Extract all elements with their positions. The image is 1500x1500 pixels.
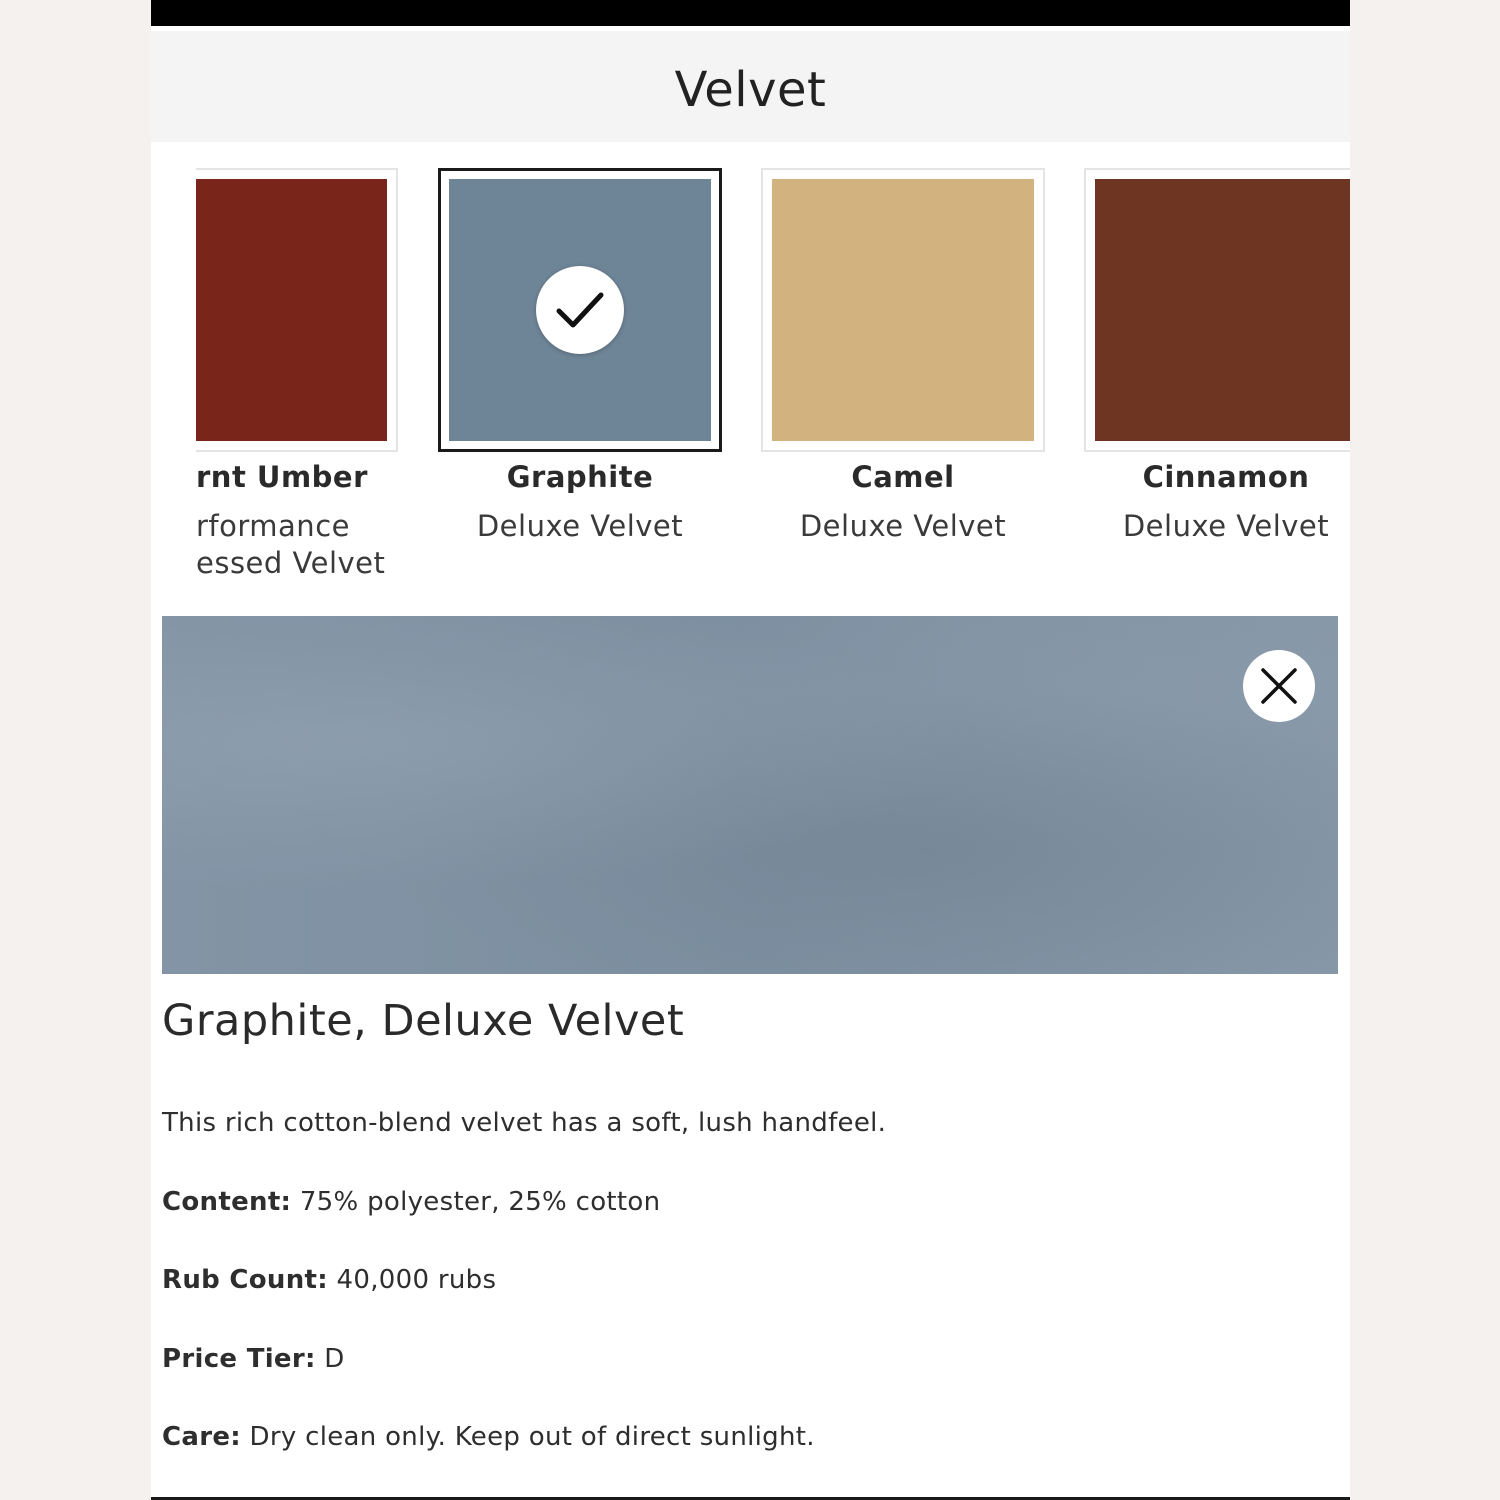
page-title: Velvet [674,61,827,118]
rub-count-label: Rub Count: [162,1265,328,1295]
swatch-color [772,179,1034,441]
swatch-type: Deluxe Velvet [799,509,1007,543]
swatch-type: Deluxe Velvet [476,509,684,543]
swatch-frame [1084,168,1350,452]
price-tier-value: D [315,1344,345,1374]
checkmark-icon [536,266,624,354]
status-bar [151,0,1350,26]
swatch-name: Graphite [506,460,654,494]
swatch-color [1095,179,1350,441]
content-value: 75% polyester, 25% cotton [291,1187,661,1217]
swatch-name: Camel [851,460,955,494]
swatch-carousel[interactable]: rnt Umber rformance essed Velvet Graphit… [151,142,1350,612]
rub-count-value: 40,000 rubs [327,1265,497,1295]
fabric-preview-image [162,616,1338,974]
close-icon [1261,668,1297,704]
fabric-description: This rich cotton-blend velvet has a soft… [162,1108,887,1138]
swatch-color [449,179,711,441]
fabric-detail-title: Graphite, Deluxe Velvet [162,996,685,1046]
fabric-rub-count: Rub Count: 40,000 rubs [162,1265,496,1295]
care-value: Dry clean only. Keep out of direct sunli… [240,1422,815,1452]
fabric-content: Content: 75% polyester, 25% cotton [162,1187,660,1217]
swatch-frame [761,168,1045,452]
swatch-name: Cinnamon [1142,460,1310,494]
fabric-selector-screen: Velvet rnt Umber rformance essed Velvet [151,0,1350,1500]
swatch-type: Deluxe Velvet [1122,509,1330,543]
content-label: Content: [162,1187,292,1217]
price-tier-label: Price Tier: [162,1344,316,1374]
care-label: Care: [162,1422,241,1452]
title-bar: Velvet [151,31,1350,142]
fabric-care: Care: Dry clean only. Keep out of direct… [162,1422,815,1452]
carousel-left-edge [151,142,196,612]
fabric-price-tier: Price Tier: D [162,1344,345,1374]
close-button[interactable] [1243,650,1315,722]
swatch-frame [438,168,722,452]
